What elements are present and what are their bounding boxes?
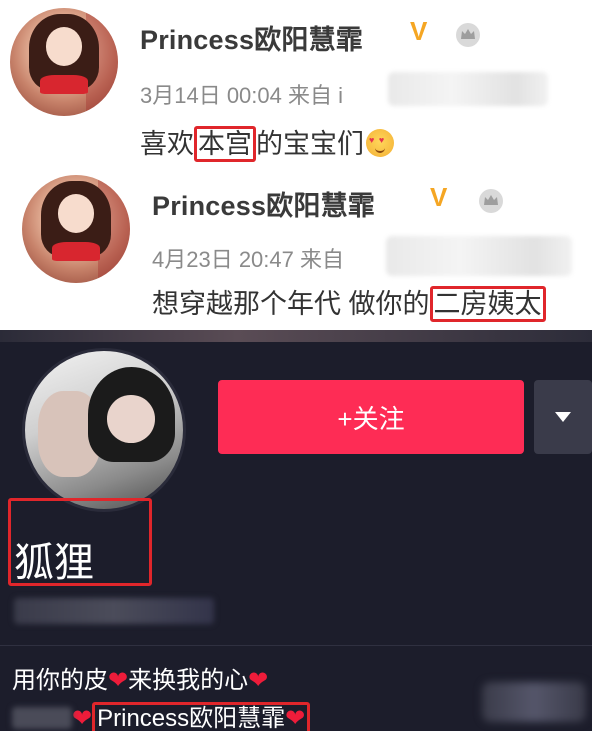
blurred-source — [386, 236, 572, 276]
weibo-screenshot: Princess欧阳慧霏 V 3月14日 00:04 来自 i 喜欢 本宫 的宝宝们… — [0, 0, 592, 330]
profile-nickname: 狐狸 — [14, 541, 94, 585]
heart-icon: ❤ — [108, 667, 129, 694]
caret-down-icon — [555, 412, 571, 422]
vip-crown-icon — [456, 23, 480, 47]
verified-badge-icon: V — [430, 182, 448, 212]
highlight-box: Princess欧阳慧霏❤ — [92, 702, 311, 731]
heart-icon: ❤ — [72, 705, 93, 731]
heart-icon: ❤ — [285, 705, 306, 731]
follow-button[interactable]: +关注 — [218, 380, 524, 454]
blurred-source — [388, 72, 548, 106]
username[interactable]: Princess欧阳慧霏 — [140, 18, 363, 57]
post-text: 喜欢 本宫 的宝宝们 — [140, 122, 394, 162]
profile-avatar[interactable] — [22, 348, 186, 512]
heart-icon: ❤ — [248, 667, 269, 694]
user-avatar[interactable] — [10, 8, 118, 116]
smiling-face-with-hearts-icon — [366, 129, 394, 157]
more-dropdown-button[interactable] — [534, 380, 592, 454]
post-text: 想穿越那个年代 做你的 二房姨太 — [152, 282, 546, 322]
vip-crown-icon — [479, 189, 503, 213]
weibo-post-1: Princess欧阳慧霏 V 3月14日 00:04 来自 i 喜欢 本宫 的宝宝们 — [0, 0, 592, 170]
profile-bio-line-2: ❤ Princess欧阳慧霏❤ — [12, 698, 311, 731]
post-timestamp: 3月14日 00:04 来自 i — [140, 83, 344, 108]
cover-strip — [0, 330, 592, 342]
user-avatar[interactable] — [22, 175, 130, 283]
post-timestamp: 4月23日 20:47 来自 — [152, 247, 345, 272]
weibo-post-2: Princess欧阳慧霏 V 4月23日 20:47 来自 想穿越那个年代 做你… — [0, 170, 592, 330]
highlight-box: 二房姨太 — [429, 286, 546, 322]
verified-badge-icon: V — [410, 16, 428, 46]
blurred-region — [482, 682, 586, 722]
blurred-text — [12, 707, 72, 729]
douyin-profile-screenshot: +关注 狐狸 用你的皮❤来换我的心❤ ❤ Princess欧阳慧霏❤ — [0, 330, 592, 731]
divider — [0, 645, 592, 646]
blurred-account-id — [14, 598, 214, 624]
highlight-box: 本宫 — [194, 126, 256, 162]
username[interactable]: Princess欧阳慧霏 — [152, 184, 375, 223]
profile-bio-line-1: 用你的皮❤来换我的心❤ — [12, 667, 269, 694]
